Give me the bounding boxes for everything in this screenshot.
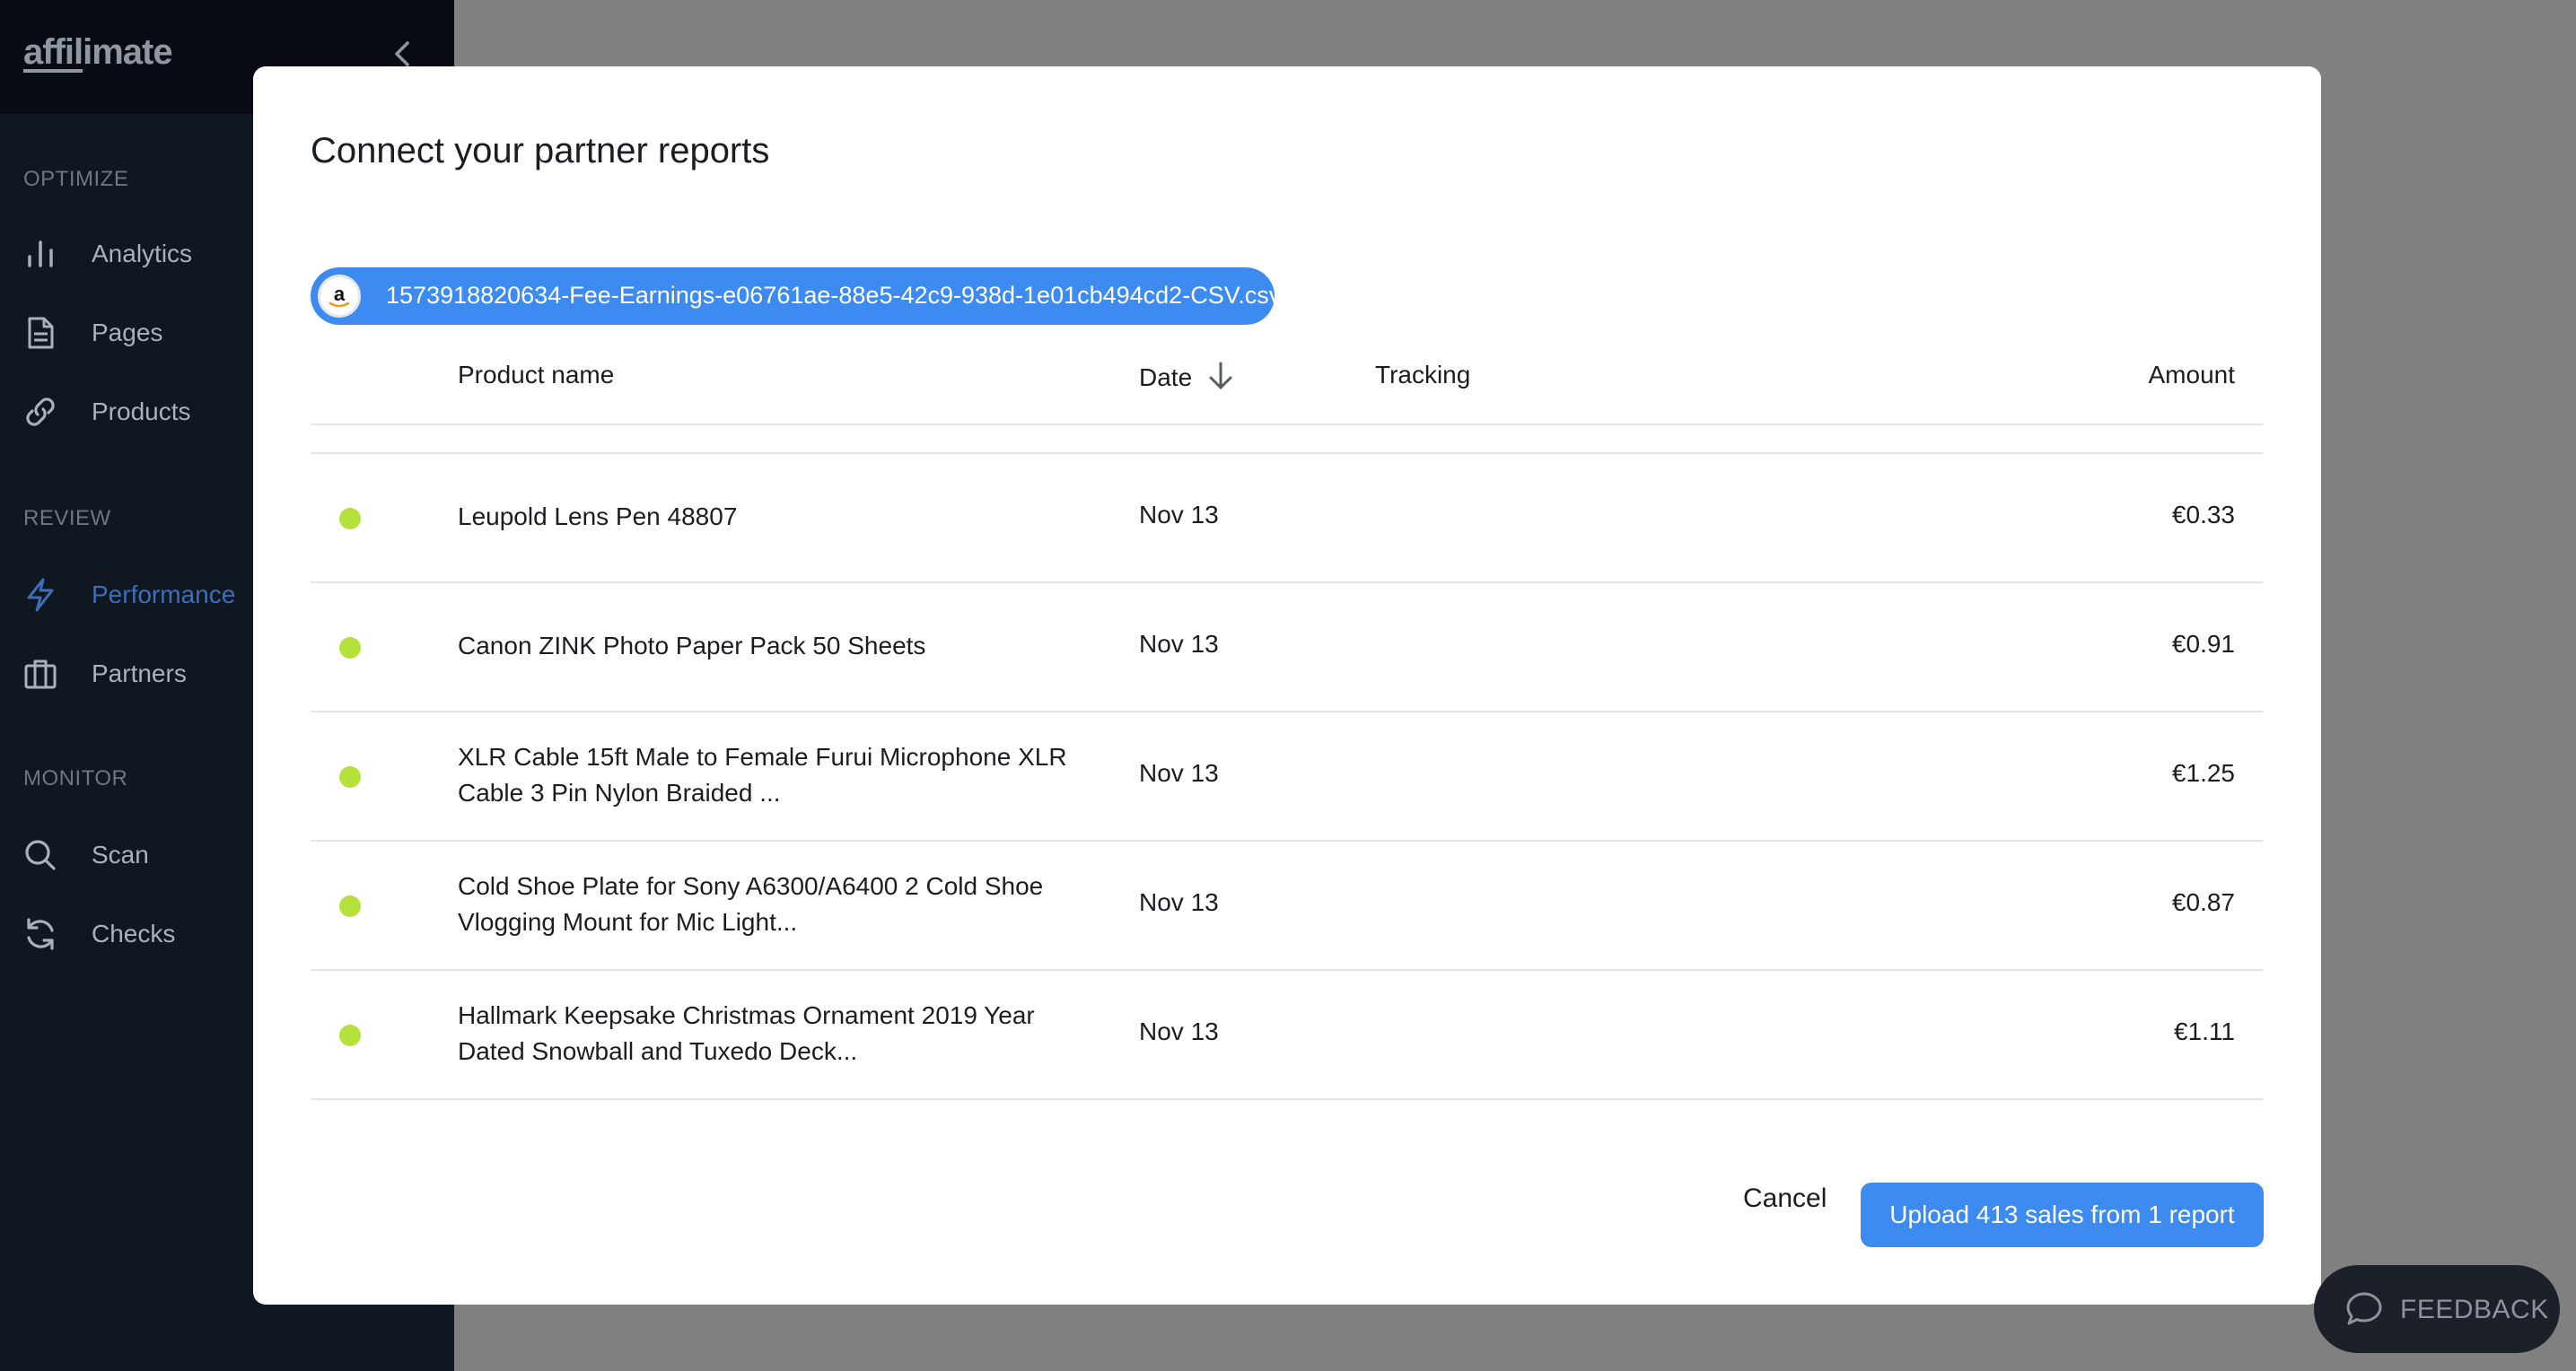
sidebar-item-products[interactable]: Products: [0, 384, 251, 438]
amazon-icon: a: [318, 275, 361, 318]
sale-amount: €0.91: [2171, 630, 2235, 658]
column-header-amount[interactable]: Amount: [2149, 361, 2236, 389]
feedback-button[interactable]: FEEDBACK: [2314, 1265, 2560, 1353]
cancel-button[interactable]: Cancel: [1743, 1183, 1827, 1214]
product-name: Hallmark Keepsake Christmas Ornament 201…: [458, 1001, 1035, 1065]
upload-sales-button[interactable]: Upload 413 sales from 1 report: [1861, 1183, 2264, 1247]
divider: [311, 1098, 2264, 1100]
search-icon: [23, 838, 57, 872]
status-dot: [339, 508, 361, 529]
status-dot: [339, 895, 361, 917]
section-label-optimize: OPTIMIZE: [23, 167, 129, 191]
status-dot: [339, 766, 361, 788]
sale-date: Nov 13: [1139, 1017, 1219, 1045]
sidebar-item-label: Analytics: [92, 240, 193, 267]
section-label-monitor: MONITOR: [23, 766, 128, 790]
report-filename: 1573918820634-Fee-Earnings-e06761ae-88e5…: [386, 282, 1282, 309]
chat-bubble-icon: [2344, 1290, 2384, 1328]
sidebar-item-label: Partners: [92, 659, 187, 687]
column-header-product[interactable]: Product name: [458, 361, 614, 389]
sale-date: Nov 13: [1139, 759, 1219, 787]
sale-amount: €1.25: [2171, 759, 2235, 787]
table-row[interactable]: Cold Shoe Plate for Sony A6300/A6400 2 C…: [311, 842, 2264, 969]
table-row[interactable]: Canon ZINK Photo Paper Pack 50 Sheets No…: [311, 583, 2264, 711]
sidebar-item-analytics[interactable]: Analytics: [0, 226, 251, 280]
divider: [311, 424, 2264, 425]
product-name: Canon ZINK Photo Paper Pack 50 Sheets: [458, 632, 926, 659]
briefcase-icon: [23, 657, 57, 691]
svg-text:a: a: [334, 283, 346, 305]
table-row[interactable]: Leupold Lens Pen 48807 Nov 13 €0.33: [311, 454, 2264, 581]
sidebar-item-performance[interactable]: Performance: [0, 567, 251, 621]
app-logo[interactable]: affilimate: [23, 32, 173, 73]
arrow-down-icon: [1206, 361, 1235, 397]
sale-amount: €0.33: [2171, 501, 2235, 528]
sidebar-item-partners[interactable]: Partners: [0, 646, 251, 700]
sidebar-item-label: Performance: [92, 581, 236, 608]
table-row[interactable]: XLR Cable 15ft Male to Female Furui Micr…: [311, 712, 2264, 840]
status-dot: [339, 1025, 361, 1046]
connect-reports-dialog: Connect your partner reports a 157391882…: [253, 66, 2321, 1305]
table-row[interactable]: Hallmark Keepsake Christmas Ornament 201…: [311, 971, 2264, 1098]
status-dot: [339, 637, 361, 659]
sidebar-item-label: Checks: [92, 920, 176, 947]
sale-date: Nov 13: [1139, 501, 1219, 528]
column-header-date[interactable]: Date: [1139, 361, 1235, 397]
lightning-icon: [23, 578, 57, 612]
sidebar-item-scan[interactable]: Scan: [0, 827, 251, 881]
document-icon: [23, 316, 57, 350]
sale-date: Nov 13: [1139, 630, 1219, 658]
column-header-tracking[interactable]: Tracking: [1375, 361, 1470, 389]
feedback-label: FEEDBACK: [2400, 1295, 2549, 1324]
section-label-review: REVIEW: [23, 506, 111, 530]
sale-date: Nov 13: [1139, 888, 1219, 916]
link-icon: [23, 395, 57, 429]
sidebar-item-label: Products: [92, 397, 191, 425]
sale-amount: €0.87: [2171, 888, 2235, 916]
refresh-icon: [23, 917, 57, 951]
sale-amount: €1.11: [2174, 1017, 2235, 1045]
sidebar-item-pages[interactable]: Pages: [0, 305, 251, 359]
sidebar-item-label: Pages: [92, 319, 163, 346]
product-name: Cold Shoe Plate for Sony A6300/A6400 2 C…: [458, 872, 1044, 936]
sidebar-item-checks[interactable]: Checks: [0, 906, 251, 960]
product-name: Leupold Lens Pen 48807: [458, 502, 738, 530]
report-file-chip[interactable]: a 1573918820634-Fee-Earnings-e06761ae-88…: [311, 267, 1281, 325]
sidebar-item-label: Scan: [92, 841, 149, 869]
product-name: XLR Cable 15ft Male to Female Furui Micr…: [458, 743, 1067, 807]
dialog-title: Connect your partner reports: [311, 131, 770, 170]
bar-chart-icon: [23, 237, 57, 271]
